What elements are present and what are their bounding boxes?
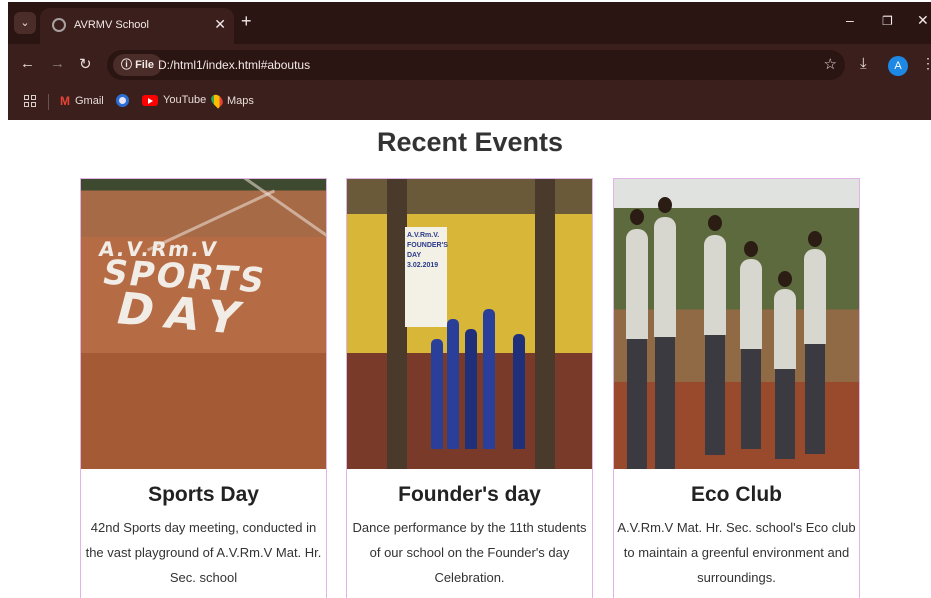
- minimize-icon[interactable]: –: [846, 12, 854, 28]
- bookmark-site[interactable]: [116, 94, 129, 107]
- bookmarks-bar: M Gmail YouTube Maps: [8, 86, 931, 120]
- event-card-founders-day: A.V.Rm.V. FOUNDER'S DAY 3.02.2019 Founde…: [346, 178, 593, 598]
- banner-line-3: 3.02.2019: [407, 262, 439, 269]
- tab-search-icon[interactable]: ⌄: [14, 12, 36, 34]
- bookmark-maps-label: Maps: [227, 94, 254, 107]
- gmail-icon: M: [60, 94, 70, 108]
- bookmark-gmail-label: Gmail: [75, 95, 104, 107]
- card-title: Eco Club: [690, 483, 782, 506]
- apps-grid-icon[interactable]: [24, 95, 36, 107]
- window-close-icon[interactable]: ✕: [917, 12, 929, 29]
- bookmark-youtube-label: YouTube: [163, 94, 207, 106]
- globe-icon: [52, 18, 66, 32]
- card-title: Sports Day: [148, 483, 259, 506]
- forward-arrow-icon[interactable]: →: [50, 55, 65, 72]
- browser-menu-icon[interactable]: ⋮: [921, 55, 931, 72]
- card-description: Dance performance by the 11th students o…: [352, 520, 587, 585]
- card-description: 42nd Sports day meeting, conducted in th…: [85, 520, 322, 585]
- banner-line-1: A.V.Rm.V.: [407, 232, 440, 239]
- address-bar[interactable]: ⓘ File D:/html1/index.html#aboutus ☆: [107, 50, 845, 80]
- section-title: Recent Events: [376, 127, 564, 157]
- event-card-eco-club: Eco Club A.V.Rm.V Mat. Hr. Sec. school's…: [613, 178, 860, 598]
- eco-club-photo: [614, 179, 859, 469]
- maps-pin-icon: [208, 92, 226, 109]
- bookmark-youtube[interactable]: YouTube: [142, 94, 206, 106]
- restore-icon[interactable]: ❐: [882, 14, 893, 28]
- card-title: Founder's day: [398, 483, 541, 506]
- download-icon[interactable]: ⤓: [860, 55, 867, 72]
- founders-day-photo: A.V.Rm.V. FOUNDER'S DAY 3.02.2019: [347, 179, 592, 469]
- tab-title: AVRMV School: [74, 19, 149, 31]
- profile-avatar[interactable]: A: [888, 56, 908, 76]
- bookmarks-divider: [48, 94, 49, 110]
- banner-line-2: FOUNDER'S DAY: [407, 242, 448, 259]
- new-tab-icon[interactable]: +: [241, 11, 252, 32]
- youtube-icon: [142, 94, 158, 106]
- bookmark-star-icon[interactable]: ☆: [824, 55, 837, 73]
- bookmark-gmail[interactable]: M Gmail: [60, 94, 104, 108]
- tab-active[interactable]: AVRMV School ✕: [40, 8, 234, 44]
- back-arrow-icon[interactable]: ←: [20, 55, 35, 72]
- site-icon: [116, 94, 129, 107]
- event-card-sports-day: A.V.Rm.V SPORTS DAY Sports Day 42nd Spor…: [80, 178, 327, 598]
- site-info-chip[interactable]: ⓘ File: [113, 54, 163, 76]
- reload-icon[interactable]: ↻: [79, 55, 92, 73]
- sports-day-photo: A.V.Rm.V SPORTS DAY: [81, 179, 326, 469]
- url-text[interactable]: D:/html1/index.html#aboutus: [158, 58, 310, 72]
- site-info-label: File: [135, 59, 155, 71]
- close-tab-icon[interactable]: ✕: [214, 16, 226, 33]
- tab-strip: ⌄ AVRMV School ✕ + – ❐ ✕: [8, 2, 931, 44]
- card-description: A.V.Rm.V Mat. Hr. Sec. school's Eco club…: [617, 520, 856, 585]
- browser-toolbar: ← → ↻ ⓘ File D:/html1/index.html#aboutus…: [8, 44, 931, 86]
- photo-chalk-line-3: DAY: [110, 283, 258, 346]
- bookmark-maps[interactable]: Maps: [208, 92, 254, 109]
- browser-window: ⌄ AVRMV School ✕ + – ❐ ✕ ← → ↻ ⓘ File D:…: [8, 2, 931, 120]
- stage-banner: A.V.Rm.V. FOUNDER'S DAY 3.02.2019: [405, 227, 448, 327]
